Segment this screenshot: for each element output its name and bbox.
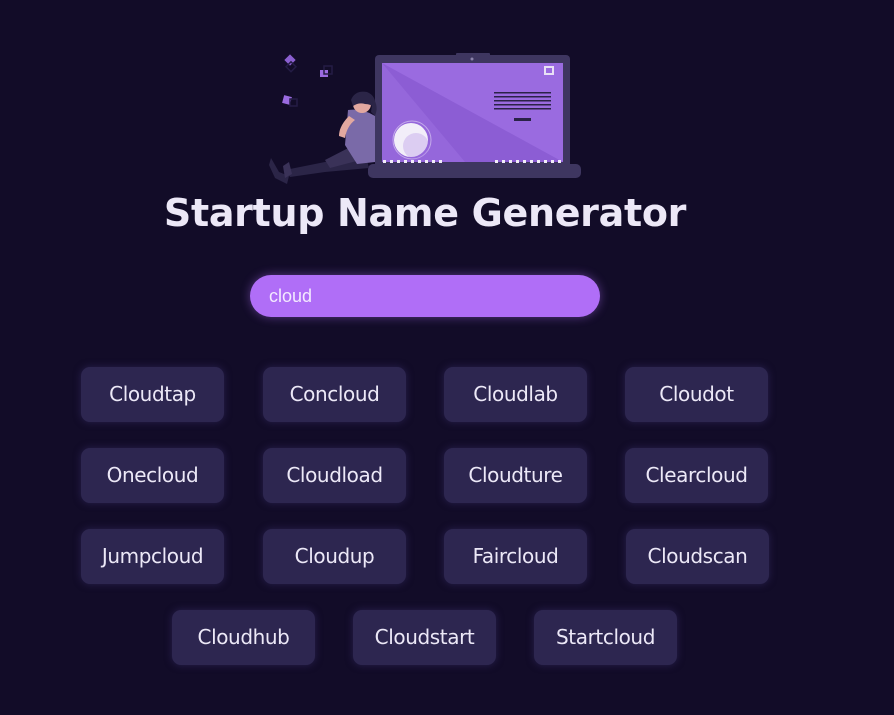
name-card[interactable]: Clearcloud: [625, 448, 768, 503]
name-card[interactable]: Cloudload: [263, 448, 406, 503]
page-title: Startup Name Generator: [163, 191, 687, 235]
person-icon: [269, 91, 377, 184]
name-card[interactable]: Onecloud: [81, 448, 224, 503]
name-card[interactable]: Faircloud: [444, 529, 587, 584]
name-card[interactable]: Cloudtap: [81, 367, 224, 422]
name-card[interactable]: Cloudhub: [172, 610, 315, 665]
name-card[interactable]: Cloudstart: [353, 610, 496, 665]
name-card[interactable]: Concloud: [263, 367, 406, 422]
search-input[interactable]: [250, 275, 600, 317]
name-card[interactable]: Cloudscan: [626, 529, 769, 584]
name-card[interactable]: Jumpcloud: [81, 529, 224, 584]
name-card[interactable]: Cloudlab: [444, 367, 587, 422]
name-card[interactable]: Cloudot: [625, 367, 768, 422]
name-card[interactable]: Startcloud: [534, 610, 677, 665]
name-card[interactable]: Cloudture: [444, 448, 587, 503]
name-card[interactable]: Cloudup: [263, 529, 406, 584]
hero-illustration: [269, 53, 581, 184]
